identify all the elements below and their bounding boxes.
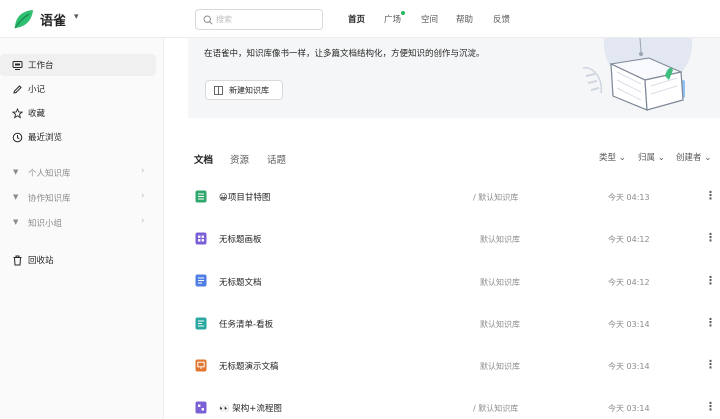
sidebar-item-label: 回收站 (28, 256, 54, 266)
table-row[interactable]: 👀 架构+流程图 / 默认知识库 今天 03:14 ⋮ (188, 386, 720, 419)
doc-title[interactable]: 无标题画板 (219, 233, 262, 245)
tab-docs[interactable]: 文档 (194, 152, 213, 166)
doc-time: 今天 04:12 (608, 278, 650, 287)
doc-library[interactable]: 默认知识库 (480, 234, 520, 245)
notification-dot (401, 11, 405, 15)
sidebar-group-teams[interactable]: ▼ 知识小组 › (0, 212, 156, 234)
new-library-label: 新建知识库 (229, 86, 269, 95)
sidebar-item-label: 工作台 (28, 61, 54, 71)
doc-library[interactable]: 默认知识库 (480, 319, 520, 330)
doc-time: 今天 04:13 (608, 193, 650, 202)
filter-type[interactable]: 类型 ⌄ (599, 151, 626, 163)
brand-name[interactable]: 语雀 (40, 10, 66, 29)
slides-icon (195, 359, 207, 372)
doc-time: 今天 03:14 (608, 362, 650, 371)
doc-time: 今天 04:12 (608, 235, 650, 244)
filter-type-label: 类型 (599, 153, 617, 163)
sidebar-item-trash[interactable]: 回收站 (0, 249, 156, 271)
doc-time: 今天 03:14 (608, 404, 650, 413)
nav-square[interactable]: 广场 (384, 13, 401, 25)
sidebar-item-recent[interactable]: 最近浏览 (0, 126, 156, 148)
tab-topics[interactable]: 话题 (267, 152, 286, 166)
chevron-down-icon: ⌄ (618, 153, 626, 163)
doc-title[interactable]: 任务清单-看板 (219, 318, 273, 330)
table-row[interactable]: 😀项目甘特图 / 默认知识库 今天 04:13 ⋮ (188, 175, 720, 217)
star-icon (12, 108, 23, 119)
table-row[interactable]: 任务清单-看板 默认知识库 今天 03:14 ⋮ (188, 302, 720, 344)
clock-icon (12, 132, 23, 143)
more-icon[interactable]: ⋮ (705, 359, 716, 370)
caret-down-icon: ▼ (13, 168, 19, 176)
search-input[interactable] (216, 12, 316, 27)
top-header: 语雀 ▾ 首页 广场 空间 帮助 反馈 (0, 0, 720, 38)
sidebar-group-label: 协作知识库 (28, 194, 71, 204)
sidebar-item-notes[interactable]: 小记 (0, 78, 156, 100)
doc-library[interactable]: 默认知识库 (480, 361, 520, 372)
chevron-down-icon: ⌄ (704, 153, 712, 163)
doc-library[interactable]: 默认知识库 (480, 277, 520, 288)
doc-title[interactable]: 无标题演示文稿 (219, 360, 279, 372)
doc-title[interactable]: 无标题文档 (219, 276, 262, 288)
chevron-right-icon[interactable]: › (141, 166, 145, 176)
trash-icon (13, 255, 22, 266)
nav-feedback[interactable]: 反馈 (493, 13, 510, 25)
sheet-icon (195, 190, 207, 203)
search-box[interactable] (195, 9, 323, 30)
kanban-icon (195, 317, 207, 330)
desk-icon (12, 61, 23, 70)
filter-owner-label: 归属 (638, 153, 656, 163)
sidebar-group-label: 个人知识库 (28, 169, 71, 179)
chevron-right-icon[interactable]: › (141, 216, 145, 226)
board-icon (195, 232, 207, 245)
chevron-down-icon: ⌄ (657, 153, 665, 163)
more-icon[interactable]: ⋮ (705, 317, 716, 328)
yuque-logo-icon[interactable] (12, 8, 36, 30)
doc-time: 今天 03:14 (608, 320, 650, 329)
caret-down-icon: ▼ (13, 218, 19, 226)
filter-owner[interactable]: 归属 ⌄ (638, 151, 665, 163)
sidebar-item-label: 收藏 (28, 109, 46, 119)
more-icon[interactable]: ⋮ (705, 190, 716, 201)
nav-space[interactable]: 空间 (421, 13, 438, 25)
chevron-right-icon[interactable]: › (141, 191, 145, 201)
chevron-down-icon[interactable]: ▾ (74, 12, 79, 22)
sidebar-group-collab[interactable]: ▼ 协作知识库 › (0, 187, 156, 209)
nav-help[interactable]: 帮助 (456, 13, 473, 25)
banner-text: 在语雀中，知识库像书一样，让多篇文档结构化，方便知识的创作与沉淀。 (204, 49, 485, 59)
table-row[interactable]: 无标题画板 默认知识库 今天 04:12 ⋮ (188, 217, 720, 259)
sidebar-group-personal[interactable]: ▼ 个人知识库 › (0, 162, 156, 184)
filter-creator[interactable]: 创建者 ⌄ (676, 151, 711, 163)
doc-library[interactable]: / 默认知识库 (473, 403, 518, 414)
table-row[interactable]: 无标题文档 默认知识库 今天 04:12 ⋮ (188, 260, 720, 302)
sidebar-item-label: 最近浏览 (28, 133, 63, 143)
knowledge-banner: 在语雀中，知识库像书一样，让多篇文档结构化，方便知识的创作与沉淀。 新建知识库 (188, 38, 720, 118)
doc-title[interactable]: 😀项目甘特图 (219, 191, 270, 203)
flowchart-icon (195, 401, 207, 414)
sidebar-item-favorites[interactable]: 收藏 (0, 102, 156, 124)
sidebar-item-workbench[interactable]: 工作台 (0, 54, 156, 76)
new-library-button[interactable]: 新建知识库 (205, 80, 283, 100)
more-icon[interactable]: ⋮ (705, 232, 716, 243)
document-icon (195, 274, 207, 287)
tab-resources[interactable]: 资源 (230, 152, 249, 166)
book-illustration-icon (582, 38, 692, 111)
sidebar-group-label: 知识小组 (28, 219, 63, 229)
nav-home[interactable]: 首页 (348, 13, 365, 25)
doc-title[interactable]: 👀 架构+流程图 (219, 402, 282, 414)
sidebar-item-label: 小记 (28, 85, 46, 95)
pen-icon (13, 85, 22, 94)
doc-library[interactable]: / 默认知识库 (473, 192, 518, 203)
caret-down-icon: ▼ (13, 193, 19, 201)
search-icon (203, 15, 213, 25)
more-icon[interactable]: ⋮ (705, 275, 716, 286)
sidebar: 工作台 小记 收藏 最近浏览 ▼ 个人知识库 › ▼ 协作知识库 › ▼ 知识小… (0, 38, 164, 419)
more-icon[interactable]: ⋮ (705, 401, 716, 412)
filter-creator-label: 创建者 (676, 153, 702, 163)
table-row[interactable]: 无标题演示文稿 默认知识库 今天 03:14 ⋮ (188, 344, 720, 386)
book-icon (214, 86, 223, 95)
